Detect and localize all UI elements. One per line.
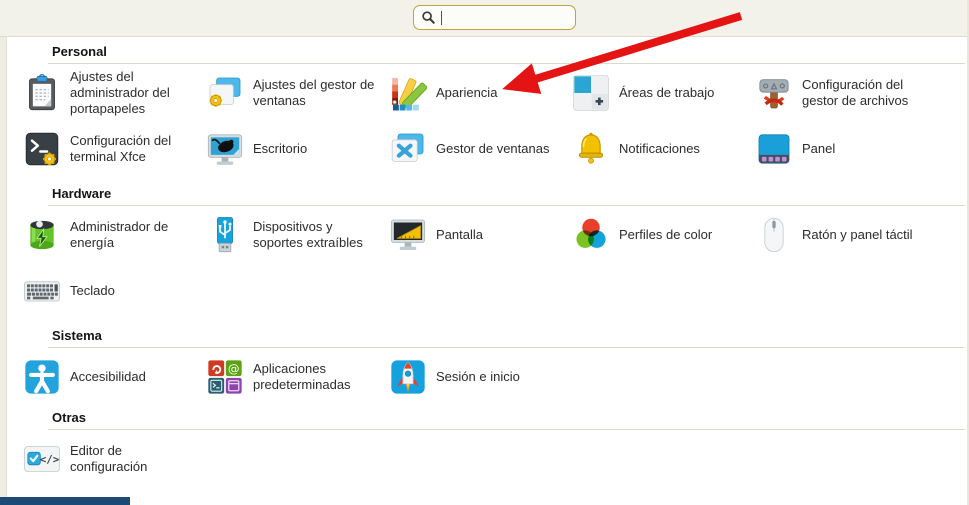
settings-item-mouse-touchpad[interactable]: Ratón y panel táctil [754,210,937,260]
svg-text:@: @ [228,361,240,375]
settings-item-color-profiles[interactable]: Perfiles de color [571,210,754,260]
settings-item-label: Ratón y panel táctil [802,227,913,243]
session-startup-icon [388,357,428,397]
appearance-icon [388,73,428,113]
settings-item-notifications[interactable]: Notificaciones [571,124,754,174]
settings-item-label: Escritorio [253,141,307,157]
search-icon [421,10,436,25]
settings-item-label: Apariencia [436,85,497,101]
file-manager-icon [754,73,794,113]
settings-item-session-startup[interactable]: Sesión e inicio [388,352,571,402]
accessibility-icon [22,357,62,397]
settings-item-desktop[interactable]: Escritorio [205,124,388,174]
settings-editor-icon: </> [22,439,62,479]
terminal-icon [22,129,62,169]
section-divider [48,63,965,64]
settings-item-appearance[interactable]: Apariencia [388,68,571,118]
settings-item-label: Configuración del terminal Xfce [70,133,196,165]
removable-media-icon [205,215,245,255]
svg-text:</>: </> [40,453,60,466]
settings-item-panel[interactable]: Panel [754,124,937,174]
settings-item-label: Perfiles de color [619,227,712,243]
section-otras: Otras </> Editor de configuración [8,410,967,484]
settings-item-label: Pantalla [436,227,483,243]
window-left-edge [0,37,7,505]
background-window-fragment [0,497,130,505]
window-manager-tweaks-icon [205,73,245,113]
settings-item-label: Sesión e inicio [436,369,520,385]
settings-item-label: Configuración del gestor de archivos [802,77,928,109]
settings-item-label: Ajustes del gestor de ventanas [253,77,379,109]
settings-item-removable-media[interactable]: Dispositivos y soportes extraíbles [205,210,388,260]
settings-item-window-manager[interactable]: Gestor de ventanas [388,124,571,174]
settings-item-file-manager[interactable]: Configuración del gestor de archivos [754,68,937,118]
settings-item-default-applications[interactable]: @ Aplicaciones predeterminadas [205,352,388,402]
keyboard-icon [22,271,62,311]
panel-icon [754,129,794,169]
desktop-icon [205,129,245,169]
settings-item-settings-editor[interactable]: </> Editor de configuración [22,434,205,484]
text-cursor [441,11,442,25]
settings-item-xfce-terminal-settings[interactable]: Configuración del terminal Xfce [22,124,205,174]
settings-item-label: Dispositivos y soportes extraíbles [253,219,379,251]
settings-item-accessibility[interactable]: Accesibilidad [22,352,205,402]
settings-manager-content: Personal Ajus [8,37,967,505]
section-divider [48,205,965,206]
settings-item-label: Panel [802,141,835,157]
settings-item-label: Áreas de trabajo [619,85,714,101]
toolbar [0,0,969,37]
settings-item-label: Aplicaciones predeterminadas [253,361,379,393]
window-manager-icon [388,129,428,169]
default-applications-icon: @ [205,357,245,397]
section-hardware: Hardware Administrador de energía [8,186,967,316]
settings-item-clipboard-manager[interactable]: Ajustes del administrador del portapapel… [22,68,205,118]
settings-item-label: Editor de configuración [70,443,196,475]
settings-item-label: Accesibilidad [70,369,146,385]
power-manager-icon [22,215,62,255]
settings-item-display[interactable]: Pantalla [388,210,571,260]
settings-item-label: Notificaciones [619,141,700,157]
section-personal: Personal Ajus [8,44,967,174]
settings-item-label: Administrador de energía [70,219,196,251]
settings-item-label: Gestor de ventanas [436,141,549,157]
section-sistema: Sistema Accesibilidad [8,328,967,402]
notifications-bell-icon [571,129,611,169]
section-divider [48,429,965,430]
search-input[interactable] [447,10,568,25]
section-header-personal: Personal [52,44,967,59]
search-box[interactable] [413,5,576,30]
display-icon [388,215,428,255]
settings-item-window-manager-tweaks[interactable]: Ajustes del gestor de ventanas [205,68,388,118]
section-header-hardware: Hardware [52,186,967,201]
color-profiles-icon [571,215,611,255]
settings-item-label: Ajustes del administrador del portapapel… [70,69,196,117]
section-divider [48,347,965,348]
settings-item-label: Teclado [70,283,115,299]
settings-item-workspaces[interactable]: Áreas de trabajo [571,68,754,118]
section-header-sistema: Sistema [52,328,967,343]
settings-item-keyboard[interactable]: Teclado [22,266,205,316]
clipboard-manager-icon [22,73,62,113]
workspaces-icon [571,73,611,113]
mouse-icon [754,215,794,255]
settings-item-power-manager[interactable]: Administrador de energía [22,210,205,260]
section-header-otras: Otras [52,410,967,425]
